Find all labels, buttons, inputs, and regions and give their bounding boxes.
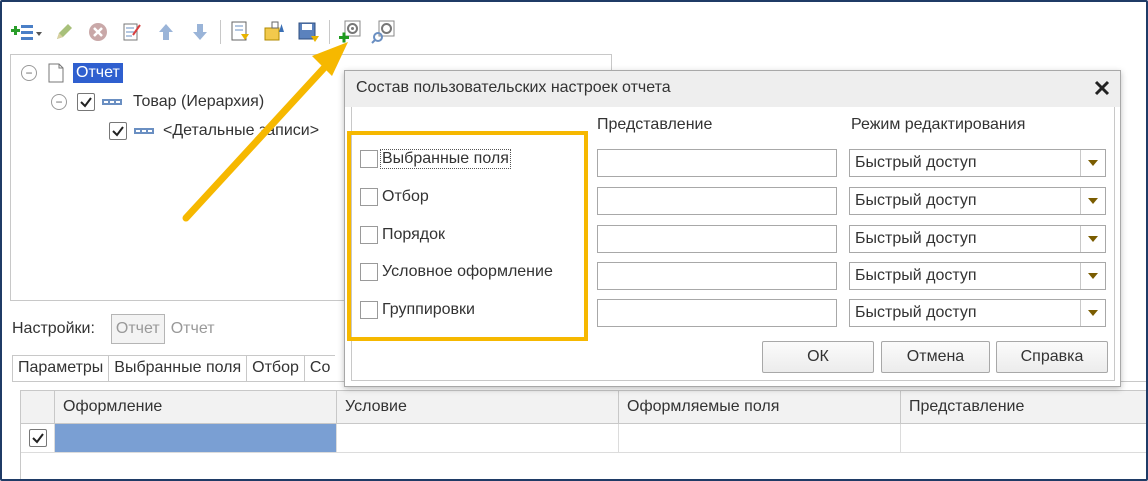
header-condition[interactable]: Условие bbox=[337, 391, 619, 423]
settings-report-button[interactable]: Отчет bbox=[110, 314, 165, 344]
pencil-icon bbox=[57, 24, 72, 39]
settings-preview-button[interactable] bbox=[370, 18, 398, 46]
column-header-presentation: Представление bbox=[597, 116, 713, 133]
dropdown-button[interactable] bbox=[1080, 226, 1105, 252]
grouping-icon bbox=[102, 99, 122, 105]
add-list-icon bbox=[11, 25, 42, 40]
edit-mode-select-order[interactable]: Быстрый доступ bbox=[849, 225, 1106, 253]
settings-label: Настройки: bbox=[12, 320, 95, 337]
row-checkbox[interactable] bbox=[28, 429, 47, 447]
header-check-column bbox=[21, 391, 55, 423]
row-presentation-cell[interactable] bbox=[901, 424, 1146, 452]
edit-button[interactable] bbox=[50, 18, 78, 46]
tab-parameters[interactable]: Параметры bbox=[12, 355, 110, 381]
row-check-cell[interactable] bbox=[21, 424, 55, 452]
conditional-appearance-table: Оформление Условие Оформляемые поля Пред… bbox=[20, 390, 1146, 479]
checkmark-icon bbox=[31, 433, 44, 444]
presentation-input-groupings[interactable] bbox=[597, 299, 837, 327]
edit-mode-value: Быстрый доступ bbox=[855, 304, 977, 321]
arrow-down-icon bbox=[193, 24, 207, 40]
checkmark-icon bbox=[80, 97, 92, 108]
load-settings-icon bbox=[231, 21, 249, 41]
dropdown-button[interactable] bbox=[1080, 263, 1105, 289]
move-down-button[interactable] bbox=[186, 18, 214, 46]
dropdown-button[interactable] bbox=[1080, 150, 1105, 176]
collapse-icon[interactable]: − bbox=[21, 65, 37, 81]
grouping-checkbox[interactable] bbox=[77, 93, 95, 111]
header-appearance[interactable]: Оформление bbox=[55, 391, 337, 423]
tab-filter[interactable]: Отбор bbox=[247, 355, 305, 381]
dropdown-triangle-icon bbox=[1088, 310, 1098, 316]
row-appearance-cell[interactable] bbox=[55, 424, 337, 452]
presentation-input-conditional-appearance[interactable] bbox=[597, 262, 837, 290]
dropdown-triangle-icon bbox=[1088, 198, 1098, 204]
tree-root-label[interactable]: Отчет bbox=[73, 63, 123, 83]
header-presentation[interactable]: Представление bbox=[901, 391, 1146, 423]
edit-mode-value: Быстрый доступ bbox=[855, 267, 977, 284]
edit-mode-value: Быстрый доступ bbox=[855, 192, 977, 209]
header-formatted-fields[interactable]: Оформляемые поля bbox=[619, 391, 901, 423]
cancel-button[interactable]: Отмена bbox=[881, 341, 990, 373]
tree-row-root[interactable]: − Отчет bbox=[21, 61, 123, 85]
toolbar bbox=[10, 16, 404, 48]
tree-row-grouping[interactable]: − Товар (Иерархия) bbox=[51, 90, 264, 114]
dialog-title: Состав пользовательских настроек отчета bbox=[356, 79, 671, 96]
dropdown-triangle-icon bbox=[1088, 273, 1098, 279]
ok-button[interactable]: ОК bbox=[762, 341, 874, 373]
dropdown-triangle-icon bbox=[1088, 236, 1098, 242]
toolbar-separator bbox=[220, 20, 221, 44]
tree-grouping-label[interactable]: Товар (Иерархия) bbox=[133, 93, 264, 111]
tree-details-label[interactable]: <Детальные записи> bbox=[163, 122, 319, 140]
toolbar-separator bbox=[329, 20, 330, 44]
edit-mode-select-conditional-appearance[interactable]: Быстрый доступ bbox=[849, 262, 1106, 290]
import-settings-button[interactable] bbox=[261, 18, 289, 46]
row-condition-cell[interactable] bbox=[337, 424, 619, 452]
edit-mode-select-groupings[interactable]: Быстрый доступ bbox=[849, 299, 1106, 327]
edit-mode-select-filter[interactable]: Быстрый доступ bbox=[849, 187, 1106, 215]
import-settings-icon bbox=[264, 21, 284, 41]
move-up-button[interactable] bbox=[152, 18, 180, 46]
row-formatted-fields-cell[interactable] bbox=[619, 424, 901, 452]
tab-conditional[interactable]: Со bbox=[304, 355, 336, 381]
dialog-close-button[interactable] bbox=[1090, 76, 1114, 100]
tree-row-details[interactable]: <Детальные записи> bbox=[109, 119, 319, 143]
edit-mode-select-selected-fields[interactable]: Быстрый доступ bbox=[849, 149, 1106, 177]
delete-icon bbox=[89, 23, 107, 41]
save-settings-icon bbox=[298, 22, 319, 42]
help-button[interactable]: Справка bbox=[996, 341, 1108, 373]
delete-button[interactable] bbox=[84, 18, 112, 46]
arrow-up-icon bbox=[159, 24, 173, 40]
presentation-input-filter[interactable] bbox=[597, 187, 837, 215]
gear-add-icon bbox=[339, 20, 361, 43]
dropdown-triangle-icon bbox=[1088, 160, 1098, 166]
table-row[interactable] bbox=[21, 424, 1146, 453]
user-settings-button[interactable] bbox=[336, 18, 364, 46]
report-document-icon bbox=[48, 63, 64, 83]
settings-report-link[interactable]: Отчет bbox=[171, 320, 215, 338]
load-settings-button[interactable] bbox=[227, 18, 255, 46]
settings-row: Настройки: Отчет Отчет bbox=[12, 314, 215, 344]
column-header-edit-mode: Режим редактирования bbox=[851, 116, 1026, 133]
details-checkbox[interactable] bbox=[109, 122, 127, 140]
presentation-input-selected-fields[interactable] bbox=[597, 149, 837, 177]
mark-button[interactable] bbox=[118, 18, 146, 46]
edit-mode-value: Быстрый доступ bbox=[855, 230, 977, 247]
dropdown-button[interactable] bbox=[1080, 300, 1105, 326]
gear-search-icon bbox=[371, 20, 395, 44]
tab-selected-fields[interactable]: Выбранные поля bbox=[109, 355, 248, 381]
close-icon bbox=[1094, 80, 1110, 96]
save-settings-button[interactable] bbox=[295, 18, 323, 46]
checklist-edit-icon bbox=[123, 23, 141, 41]
annotation-highlight-box bbox=[347, 131, 588, 341]
edit-mode-value: Быстрый доступ bbox=[855, 154, 977, 171]
add-dropdown-button[interactable] bbox=[10, 18, 44, 46]
presentation-input-order[interactable] bbox=[597, 225, 837, 253]
dialog-titlebar: Состав пользовательских настроек отчета bbox=[345, 71, 1120, 107]
checkmark-icon bbox=[112, 126, 124, 137]
collapse-icon[interactable]: − bbox=[51, 94, 67, 110]
table-header: Оформление Условие Оформляемые поля Пред… bbox=[21, 391, 1146, 424]
grouping-icon bbox=[134, 128, 154, 134]
dropdown-button[interactable] bbox=[1080, 188, 1105, 214]
